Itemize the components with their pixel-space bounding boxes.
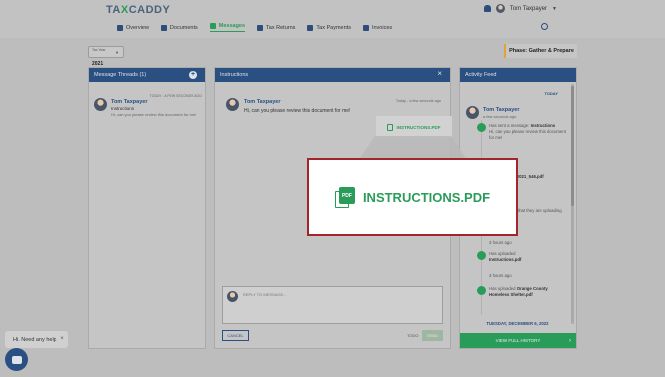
feed-time: 3 hours ago	[489, 240, 569, 246]
nav-invoices[interactable]: Invoices	[362, 23, 393, 32]
message-threads-panel: Message Threads (1) + TODAY - A FEW SECO…	[88, 67, 206, 349]
upload-icon	[477, 251, 486, 260]
thread-sender: Tom Taxpayer	[111, 99, 148, 105]
taxcaddy-logo[interactable]: TAXCADDY	[106, 4, 170, 16]
pdf-icon-front: PDF	[338, 187, 355, 204]
scrollbar-thumb[interactable]	[571, 86, 574, 206]
close-icon[interactable]: ×	[437, 69, 442, 78]
invoice-icon	[362, 24, 369, 31]
chevron-down-icon: ▼	[115, 50, 119, 55]
avatar	[226, 98, 239, 111]
feed-text: 3 hours ago	[489, 273, 512, 278]
attachment-link[interactable]: INSTRUCTIONS.PDF	[376, 116, 452, 138]
activity-header: Activity Feed	[460, 68, 576, 82]
thread-subject: Instructions	[111, 106, 135, 111]
tax-year-select[interactable]: Tax Year 2021 ▼	[88, 46, 124, 67]
feed-time: 3 hours ago	[489, 273, 569, 279]
nav-label: Overview	[126, 24, 149, 31]
zoomed-attachment-name: INSTRUCTIONS.PDF	[362, 189, 491, 205]
feed-bold: Instructions.pdf	[489, 257, 522, 262]
send-button[interactable]: SEND	[422, 330, 443, 341]
message-body: Hi, can you please review this document …	[244, 108, 351, 114]
todo-toggle[interactable]: TODO	[407, 333, 418, 338]
message-sender: Tom Taxpayer	[244, 99, 281, 105]
chevron-down-icon: ▼	[552, 5, 557, 12]
feed-text: Has sent a message:	[489, 123, 530, 128]
today-label: TODAY	[544, 91, 558, 96]
feed-bold: 2021_546.pdf	[516, 174, 544, 179]
feed-person-ago: a few seconds ago	[483, 114, 517, 119]
user-menu[interactable]: Tom Taxpayer ▼	[483, 4, 557, 13]
feed-date: TUESDAY, DECEMBER 6, 2022	[486, 321, 549, 326]
attachment-name: INSTRUCTIONS.PDF	[396, 124, 441, 130]
thread-preview: Hi, can you please review this document …	[111, 112, 197, 117]
reply-input[interactable]: REPLY TO MESSAGE...	[222, 286, 443, 324]
cancel-button[interactable]: CANCEL	[222, 330, 249, 341]
main-nav: Overview Documents Messages Tax Returns …	[117, 23, 392, 32]
documents-icon	[160, 24, 167, 31]
reply-placeholder: REPLY TO MESSAGE...	[243, 292, 287, 297]
avatar	[227, 291, 238, 302]
feed-bold: Instructions	[530, 123, 556, 128]
pdf-icon	[387, 123, 394, 131]
instructions-header: Instructions ×	[215, 68, 450, 82]
nav-overview[interactable]: Overview	[117, 23, 149, 32]
activity-title: Activity Feed	[465, 72, 497, 78]
pdf-icon: PDF	[334, 187, 355, 208]
message-icon	[477, 123, 486, 132]
avatar	[466, 106, 479, 119]
nav-documents[interactable]: Documents	[160, 23, 198, 32]
upload-icon	[477, 286, 486, 295]
thread-time: TODAY - A FEW SECONDS AGO	[149, 94, 202, 98]
search-icon[interactable]	[541, 23, 548, 30]
feed-entry[interactable]: Has uploaded Instructions.pdf	[477, 251, 569, 263]
nav-label: Invoices	[371, 24, 393, 31]
nav-label: Messages	[218, 23, 246, 29]
message-icon	[209, 23, 216, 29]
view-full-history-button[interactable]: VIEW FULL HISTORY ›	[460, 333, 576, 348]
phase-badge[interactable]: Phase: Gather & Prepare	[504, 44, 577, 58]
feed-text: Has uploaded	[489, 286, 516, 291]
nav-messages[interactable]: Messages	[209, 23, 246, 32]
feed-person-name: Tom Taxpayer	[483, 107, 520, 113]
top-bar: TAXCADDY Tom Taxpayer ▼ Overview Documen…	[0, 0, 665, 38]
chevron-right-icon: ›	[569, 337, 571, 344]
feed-text: 3 hours ago	[489, 240, 512, 245]
threads-title: Message Threads (1)	[94, 72, 147, 78]
feed-entry[interactable]: Has uploaded Orange County Homeless Shel…	[477, 286, 569, 298]
user-avatar	[495, 4, 505, 13]
view-history-label: VIEW FULL HISTORY	[495, 338, 541, 343]
chat-icon	[11, 355, 22, 364]
bell-icon[interactable]	[483, 5, 491, 12]
home-icon	[117, 24, 123, 31]
nav-tax-returns[interactable]: Tax Returns	[257, 23, 295, 32]
add-thread-icon[interactable]: +	[189, 71, 197, 79]
avatar	[94, 98, 107, 111]
close-icon[interactable]: ×	[56, 333, 68, 345]
threads-header: Message Threads (1) +	[89, 68, 205, 82]
tax-return-icon	[257, 24, 264, 31]
nav-tax-payments[interactable]: Tax Payments	[307, 23, 351, 32]
user-name: Tom Taxpayer	[509, 5, 548, 12]
nav-label: Tax Payments	[316, 24, 351, 31]
nav-label: Tax Returns	[266, 24, 296, 31]
nav-label: Documents	[169, 24, 198, 31]
feed-entry[interactable]: Has sent a message: Instructions Hi, can…	[477, 123, 569, 141]
feed-extra: Hi, can you please review this document …	[489, 129, 566, 140]
instructions-title: Instructions	[220, 72, 249, 78]
zoomed-attachment[interactable]: PDF INSTRUCTIONS.PDF	[307, 158, 518, 236]
dollar-icon	[307, 24, 314, 31]
chat-button[interactable]	[5, 348, 28, 371]
message-time: Today - a few seconds ago	[395, 99, 441, 103]
